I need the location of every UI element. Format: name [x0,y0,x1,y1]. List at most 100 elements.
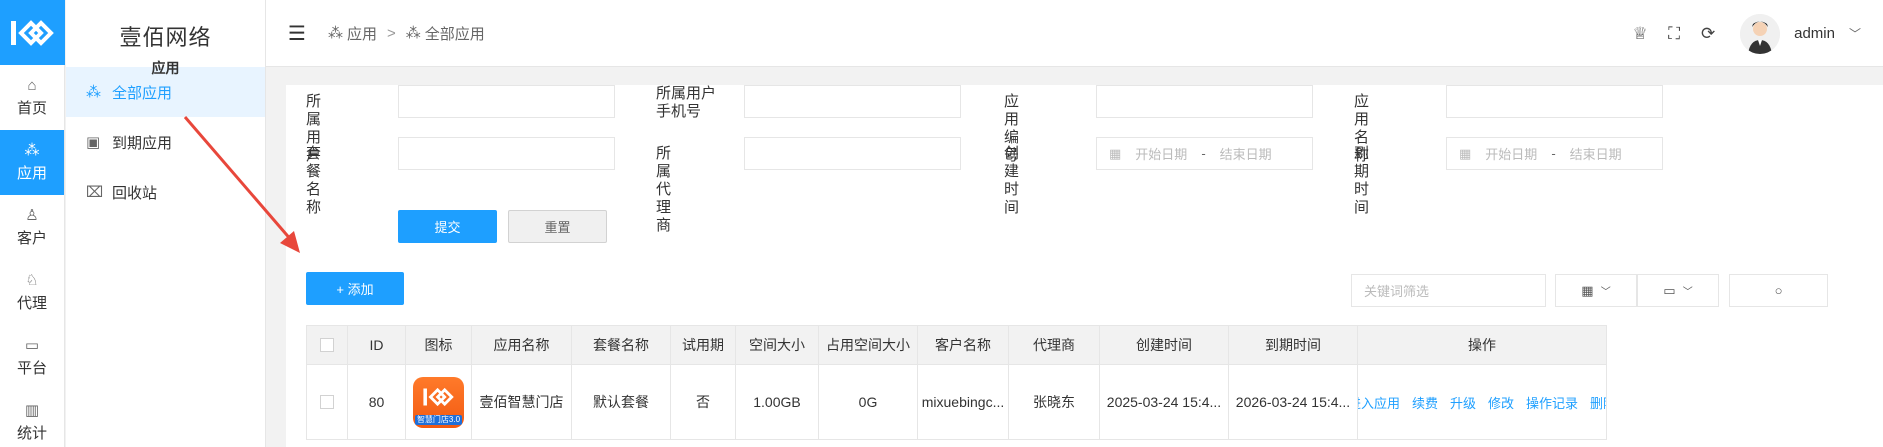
apps-icon: ⁂ [328,25,343,42]
edit-link[interactable]: 修改 [1488,393,1514,412]
column-header: 操作 [1358,325,1607,365]
chevron-down-icon: ﹀ [1682,287,1693,298]
monitor-icon: ▭ [24,337,40,354]
owner-user-input[interactable] [398,85,615,118]
column-header[interactable]: 到期时间 [1229,325,1358,365]
breadcrumb-item-current: 全部应用 [424,25,485,43]
table-row: 80 智慧门店3.0 壹佰智慧门店 默认套餐 否 1.00GB 0G mixue… [306,365,1863,440]
created-time-label: 创建时间 [1004,145,1020,216]
app-icon-image: 智慧门店3.0 [413,376,464,428]
add-button[interactable]: + 添加 [306,272,404,305]
brand-name: 壹佰网络 [119,25,212,50]
rail-item-stats[interactable]: ▥ 统计 [0,390,64,447]
rail-item-platform[interactable]: ▭ 平台 [0,325,64,390]
refresh-icon[interactable]: ⟳ [1698,24,1718,44]
chevron-down-icon[interactable]: ﹀ [1849,25,1861,42]
subnav-item-recycle-bin[interactable]: ⌧ 回收站 [66,167,265,217]
owner-phone-input[interactable] [744,85,961,118]
cell-agent: 张晓东 [1009,365,1100,440]
cell-used-space: 0G [819,365,918,440]
user-name[interactable]: admin [1794,25,1835,42]
breadcrumb-separator: > [387,24,396,42]
menu-toggle-icon[interactable]: ☰ [288,21,318,46]
start-date-placeholder: 开始日期 [1485,147,1538,162]
plan-name-label: 套餐名称 [306,145,322,216]
reset-button[interactable]: 重置 [508,210,607,243]
agent-input[interactable] [744,137,961,170]
app-name-input[interactable] [1446,85,1663,118]
column-header[interactable]: 代理商 [1009,325,1100,365]
export-button[interactable]: ▭ ﹀ [1637,274,1719,307]
column-header[interactable]: 空间大小 [736,325,819,365]
apps-table: ID 图标 应用名称 套餐名称 试用期 空间大小 占用空间大小 客户名称 代理商… [306,325,1863,440]
rail-item-label: 客户 [16,230,47,247]
breadcrumb: ⁂ 应用 > ⁂ 全部应用 [328,23,485,44]
calendar-icon: ▦ [1459,145,1472,161]
column-header[interactable]: 客户名称 [918,325,1009,365]
enter-app-link[interactable]: 进入应用 [1358,393,1400,412]
top-header: ☰ ⁂ 应用 > ⁂ 全部应用 ♕ ⛶ ⟳ admin ﹀ [266,0,1883,67]
apps-icon: ⁂ [405,25,421,42]
cell-trial: 否 [671,365,736,440]
table-header-row: ID 图标 应用名称 套餐名称 试用期 空间大小 占用空间大小 客户名称 代理商… [306,325,1863,365]
column-header[interactable]: 应用名称 [472,325,572,365]
column-header[interactable]: 试用期 [671,325,736,365]
apps-icon: ⁂ [86,84,101,101]
renew-link[interactable]: 续费 [1412,393,1438,412]
delete-link[interactable]: 删除 [1590,393,1606,412]
cell-plan: 默认套餐 [572,365,671,440]
upgrade-link[interactable]: 升级 [1450,393,1476,412]
cell-created: 2025-03-24 15:4... [1100,365,1229,440]
theme-shirt-icon[interactable]: ♕ [1630,24,1650,44]
avatar-icon [1740,13,1781,54]
column-header[interactable]: 占用空间大小 [819,325,918,365]
operation-log-link[interactable]: 操作记录 [1526,393,1578,412]
app-logo[interactable] [0,0,65,65]
row-checkbox[interactable] [320,395,334,409]
main-content: 所属用户 所属用户手机号 应用编号 应用名称 套餐名称 所属代理商 创建时间 ▦… [286,85,1883,447]
chevron-down-icon: ﹀ [1600,287,1611,298]
end-date-placeholder: 结束日期 [1569,147,1622,162]
app-no-input[interactable] [1096,85,1313,118]
column-header: 图标 [406,325,472,365]
user-icon: ♙ [25,207,39,224]
rail-item-label: 首页 [16,100,47,117]
plan-name-input[interactable] [398,137,615,170]
cell-app-name: 壹佰智慧门店 [472,365,572,440]
select-all-checkbox[interactable] [320,338,334,352]
expire-icon: ▣ [86,134,101,151]
created-date-range[interactable]: ▦ 开始日期 - 结束日期 [1096,137,1313,170]
expire-time-label: 到期时间 [1354,145,1370,216]
avatar[interactable] [1740,13,1781,54]
cell-id: 80 [348,365,406,440]
calendar-icon: ▦ [1109,145,1122,161]
start-date-placeholder: 开始日期 [1135,147,1188,162]
bar-chart-icon: ▥ [24,402,40,419]
cell-space: 1.00GB [736,365,819,440]
expire-date-range[interactable]: ▦ 开始日期 - 结束日期 [1446,137,1663,170]
column-header[interactable]: 创建时间 [1100,325,1229,365]
column-header[interactable]: ID [348,325,406,365]
rail-item-home[interactable]: ⌂ 首页 [0,65,64,130]
rail-item-label: 统计 [16,425,47,442]
cell-actions: 进入应用 续费 升级 修改 操作记录 删除 [1358,365,1607,440]
app-icon-caption: 智慧门店3.0 [415,414,462,425]
row-select-cell [307,365,348,440]
main-nav-rail: ⌂ 首页 ⁂ 应用 ♙ 客户 ♘ 代理 ▭ 平台 ▥ 统计 [0,0,65,447]
subnav-item-expired-apps[interactable]: ▣ 到期应用 [66,117,265,167]
fullscreen-icon[interactable]: ⛶ [1664,24,1684,44]
rail-item-customers[interactable]: ♙ 客户 [0,195,64,260]
submit-button[interactable]: 提交 [398,210,497,243]
breadcrumb-item[interactable]: 应用 [347,23,377,44]
keyword-filter-input[interactable]: 关键词筛选 [1351,274,1546,307]
end-date-placeholder: 结束日期 [1219,147,1272,162]
column-toggle-button[interactable]: ▦ ﹀ [1555,274,1637,307]
column-header[interactable]: 套餐名称 [572,325,671,365]
agent-label: 所属代理商 [656,145,672,234]
owner-phone-label: 所属用户手机号 [656,85,717,120]
rail-item-agents[interactable]: ♘ 代理 [0,260,64,325]
rail-item-apps[interactable]: ⁂ 应用 [0,130,64,195]
select-all-cell [307,325,348,365]
search-button[interactable]: ○ [1729,274,1828,307]
trash-icon: ⌧ [86,184,104,201]
